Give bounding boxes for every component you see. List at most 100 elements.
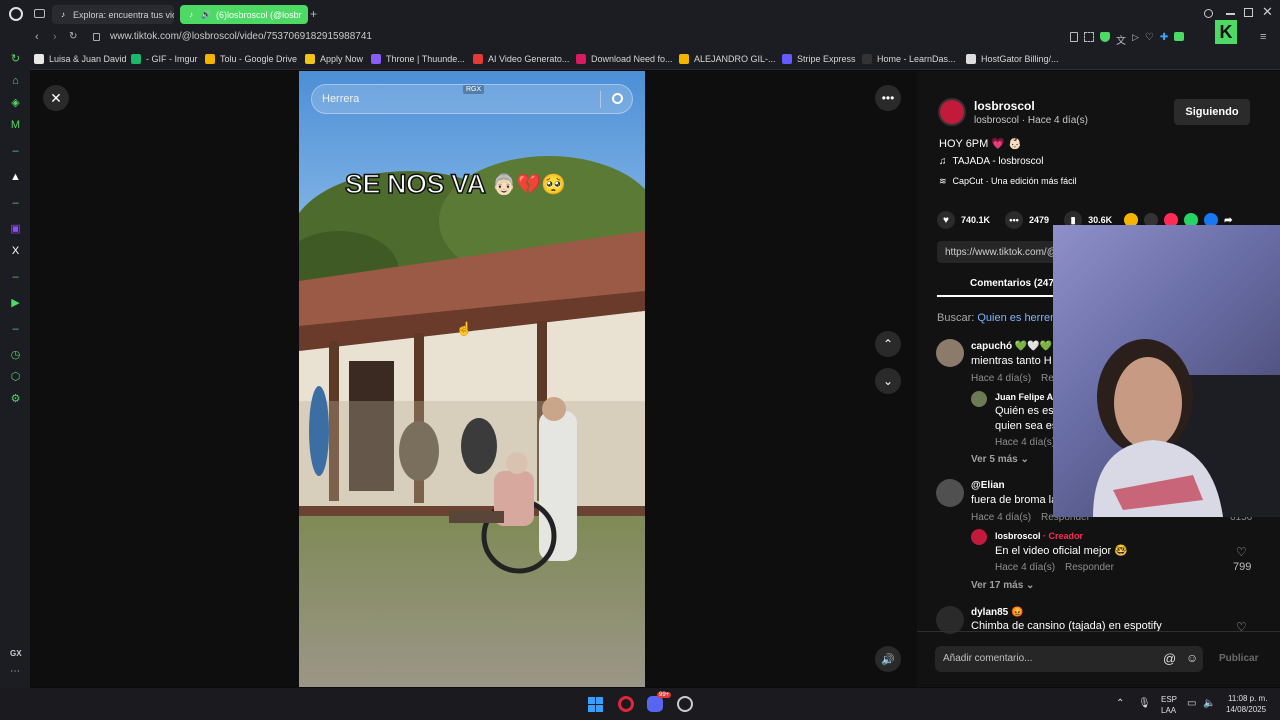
snapshot-icon[interactable] <box>1084 32 1094 42</box>
windows-start-icon[interactable] <box>588 697 603 712</box>
capcut-row[interactable]: ≋ CapCut · Una edición más fácil <box>939 176 1077 187</box>
language-bottom[interactable]: LAA <box>1161 706 1176 715</box>
avatar[interactable] <box>936 606 964 634</box>
emoji-icon[interactable]: ☺ <box>1186 651 1198 665</box>
forward-icon[interactable]: › <box>53 31 57 43</box>
mention-icon[interactable]: @ <box>1163 651 1176 666</box>
comment-author[interactable]: losbroscol <box>995 531 1041 541</box>
refresh-icon[interactable]: ↻ <box>9 53 22 66</box>
video-player[interactable]: Herrera RGX SE NOS VA 👵🏻💔🥺 <box>299 71 645 687</box>
comment-author[interactable]: @Elian <box>971 480 1005 491</box>
language-top[interactable]: ESP <box>1161 695 1177 704</box>
arrow-icon[interactable]: ▲ <box>9 171 22 184</box>
like-button[interactable]: ♥ <box>937 211 955 229</box>
chevron-up-icon[interactable]: ⌃ <box>1116 698 1124 709</box>
share-arrow-icon[interactable]: ➦ <box>1224 215 1232 226</box>
new-tab-button[interactable]: + <box>310 7 317 21</box>
view-more-replies[interactable]: Ver 17 más ⌄ <box>971 580 1034 591</box>
volume-button[interactable]: 🔊 <box>875 646 901 672</box>
heart-icon[interactable]: ♡ <box>1236 545 1247 559</box>
bookmark-item[interactable]: Apply Now <box>305 52 363 66</box>
obs-icon[interactable] <box>677 696 693 712</box>
menu-icon[interactable]: ≡ <box>1260 31 1266 43</box>
translate-icon[interactable]: 文 <box>1116 32 1126 47</box>
previous-video-button[interactable]: ⌃ <box>875 331 901 357</box>
comment-author[interactable]: Juan Felipe A <box>995 392 1053 402</box>
bookmark-item[interactable]: Luisa & Juan David <box>34 52 127 66</box>
volume-icon[interactable]: 🔈 <box>1203 698 1215 709</box>
url-field[interactable]: www.tiktok.com/@losbroscol/video/7537069… <box>110 31 372 42</box>
opera-gx-icon[interactable] <box>618 696 634 712</box>
maximize-button[interactable] <box>1244 8 1253 17</box>
mic-icon[interactable]: 🎙 <box>1138 698 1151 709</box>
search-prefix: Buscar: <box>937 312 975 324</box>
x-icon[interactable]: X <box>9 245 22 258</box>
search-icon[interactable] <box>612 93 623 104</box>
more-options-button[interactable]: ••• <box>875 85 901 111</box>
comment-button[interactable]: ••• <box>1005 211 1024 229</box>
author-name[interactable]: losbroscol <box>974 99 1035 113</box>
reload-icon[interactable]: ↻ <box>69 31 77 42</box>
opera-logo-icon[interactable] <box>9 7 23 21</box>
clock-icon[interactable]: ◷ <box>9 349 22 362</box>
publish-button[interactable]: Publicar <box>1219 653 1258 664</box>
pin-icon[interactable] <box>1070 32 1078 42</box>
workspaces-icon[interactable] <box>34 9 45 18</box>
speaker-icon[interactable]: 🔊 <box>201 10 211 20</box>
back-icon[interactable]: ‹ <box>35 31 39 43</box>
avatar[interactable] <box>971 529 987 545</box>
gx-label[interactable]: GX <box>10 649 22 658</box>
bookmark-item[interactable]: Home - LearnDas... <box>862 52 956 66</box>
wallet-icon[interactable] <box>1174 32 1185 41</box>
avatar[interactable] <box>936 339 964 367</box>
cube-icon[interactable]: ⬡ <box>9 371 22 384</box>
close-window-button[interactable]: ✕ <box>1262 4 1273 20</box>
clock-date[interactable]: 14/08/2025 <box>1226 705 1266 714</box>
more-icon[interactable]: ⋯ <box>10 666 20 677</box>
player-icon[interactable]: ▶ <box>9 297 22 310</box>
bookmark-item[interactable]: Throne | Thuunde... <box>371 52 465 66</box>
discord-icon[interactable] <box>647 696 663 712</box>
comment-author[interactable]: capuchó 💚🤍💚 <box>971 341 1052 352</box>
messenger-icon[interactable]: M <box>9 119 22 132</box>
network-icon[interactable]: ▭ <box>1187 698 1196 709</box>
bookmark-item[interactable]: HostGator Billing/... <box>966 52 1059 66</box>
music-row[interactable]: ♫ TAJADA - losbroscol <box>939 156 1043 167</box>
puzzle-icon[interactable]: ✚ <box>1160 32 1168 47</box>
next-video-button[interactable]: ⌄ <box>875 368 901 394</box>
bookmark-item[interactable]: - GIF - Imgur <box>131 52 198 66</box>
gauge-icon[interactable]: ◈ <box>9 97 22 110</box>
bookmark-item[interactable]: Download Need fo... <box>576 52 673 66</box>
extension-icons[interactable]: 文 ▷ ♡ ✚ <box>1070 32 1185 47</box>
reply-button[interactable]: Re <box>1041 373 1054 384</box>
tab-losbroscol[interactable]: ♪ 🔊 (6)losbroscol (@losbr <box>180 5 308 24</box>
home-icon[interactable]: ⌂ <box>9 75 22 88</box>
settings-icon[interactable]: ⚙ <box>9 393 22 406</box>
tab-comments[interactable]: Comentarios (247 <box>970 278 1054 289</box>
avatar[interactable] <box>938 98 966 126</box>
bookmark-item[interactable]: AI Video Generato... <box>473 52 569 66</box>
follow-button[interactable]: Siguiendo <box>1174 99 1250 125</box>
comment-input[interactable]: Añadir comentario... @ ☺ <box>935 646 1203 672</box>
minimize-button[interactable] <box>1226 13 1235 15</box>
search-suggestion[interactable]: Buscar: Quien es herren <box>937 312 1056 324</box>
close-player-button[interactable]: ✕ <box>43 85 69 111</box>
tab-explora[interactable]: ♪ Explora: encuentra tus vid <box>52 5 174 24</box>
comment-meta: Hace 4 día(s) <box>995 437 1056 448</box>
heart-icon[interactable]: ♡ <box>1145 32 1154 47</box>
clock-time[interactable]: 11:08 p. m. <box>1228 694 1267 703</box>
video-search-input[interactable]: Herrera <box>322 93 359 105</box>
bookmark-item[interactable]: Stripe Express <box>782 52 856 66</box>
twitch-icon[interactable]: ▣ <box>9 223 22 236</box>
view-more-replies[interactable]: Ver 5 más ⌄ <box>971 454 1029 465</box>
play-icon[interactable]: ▷ <box>1132 32 1139 47</box>
k-badge-icon[interactable]: K <box>1215 20 1237 44</box>
search-icon[interactable] <box>1204 9 1213 18</box>
comment-author[interactable]: dylan85 😡 <box>971 607 1023 618</box>
avatar[interactable] <box>971 391 987 407</box>
reply-button[interactable]: Responder <box>1065 562 1114 573</box>
bookmark-item[interactable]: Tolu - Google Drive <box>205 52 297 66</box>
avatar[interactable] <box>936 479 964 507</box>
bookmark-item[interactable]: ALEJANDRO GIL-... <box>679 52 776 66</box>
shield-icon[interactable] <box>1100 32 1110 42</box>
